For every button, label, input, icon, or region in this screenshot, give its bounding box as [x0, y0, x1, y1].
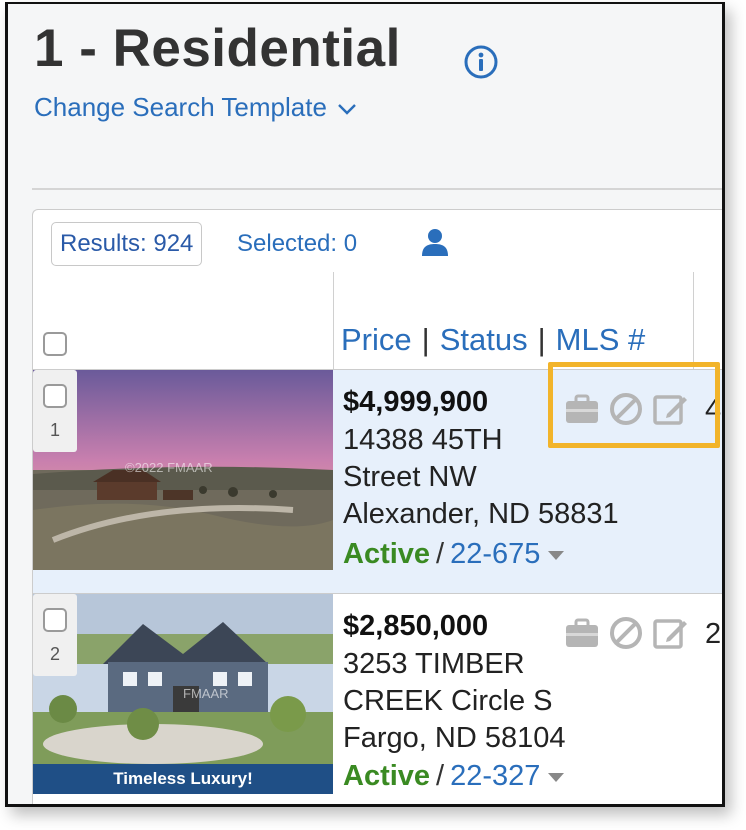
page-title: 1 - Residential	[34, 19, 401, 78]
selected-count-link[interactable]: Selected: 0	[237, 222, 357, 266]
sort-price-link[interactable]: Price	[341, 322, 412, 357]
briefcase-icon[interactable]	[563, 614, 601, 652]
listing-price: $4,999,900	[343, 386, 489, 418]
sort-status-link[interactable]: Status	[440, 322, 528, 357]
truncated-column-text: 4,	[705, 394, 722, 426]
sort-links: Price | Status | MLS #	[341, 322, 645, 358]
sort-separator: |	[537, 322, 546, 357]
change-search-template-link[interactable]: Change Search Template	[34, 92, 357, 123]
table-row[interactable]: 1 ©2022 FMAAR $4,999,900 14388 45TH Stre…	[33, 370, 722, 594]
edit-icon[interactable]	[651, 390, 689, 428]
listing-status: Active	[343, 760, 431, 792]
select-all-checkbox[interactable]	[43, 332, 67, 356]
results-count[interactable]: Results: 924	[51, 222, 203, 266]
results-toolbar: Results: 924 Selected: 0	[32, 209, 722, 273]
photo-watermark: FMAAR	[183, 686, 229, 701]
status-separator: /	[436, 760, 445, 792]
photo-banner-text: Timeless Luxury!	[113, 769, 253, 788]
sort-mls-link[interactable]: MLS #	[556, 322, 646, 357]
block-icon[interactable]	[607, 614, 645, 652]
table-header: Price | Status | MLS #	[33, 272, 722, 370]
listing-price: $2,850,000	[343, 610, 489, 642]
listing-address-line2: Street NW	[343, 461, 477, 493]
listing-address-line3: Alexander, ND 58831	[343, 498, 619, 530]
info-icon[interactable]	[463, 44, 499, 80]
briefcase-icon[interactable]	[563, 390, 601, 428]
listing-address-line1: 14388 45TH	[343, 424, 503, 456]
status-separator: /	[436, 538, 445, 570]
listing-address-line3: Fargo, ND 58104	[343, 722, 566, 754]
mls-number-link[interactable]: 22-675	[450, 538, 540, 570]
column-divider	[693, 272, 694, 369]
truncated-column-text: 2,	[705, 618, 722, 650]
listing-status-line: Active/22-327	[343, 760, 565, 793]
row-select-cell: 1	[33, 370, 77, 452]
person-icon[interactable]	[419, 226, 451, 258]
page-header: 1 - Residential Change Search Template	[8, 4, 722, 190]
header-divider	[32, 188, 722, 190]
row-number: 1	[49, 420, 60, 440]
listing-address-line1: 3253 TIMBER	[343, 648, 525, 680]
mls-dropdown-icon[interactable]	[548, 772, 565, 782]
photo-watermark: ©2022 FMAAR	[125, 460, 213, 475]
table-row[interactable]: Timeless Luxury! 2 FMAAR $2,850,000 3253…	[33, 594, 722, 804]
chevron-down-icon	[337, 92, 357, 123]
row-number: 2	[49, 644, 60, 664]
photo-banner: Timeless Luxury!	[33, 764, 333, 794]
change-search-template-label: Change Search Template	[34, 92, 327, 122]
app-window: 1 - Residential Change Search Template R…	[5, 2, 725, 807]
block-icon[interactable]	[607, 390, 645, 428]
listing-status: Active	[343, 538, 431, 570]
edit-icon[interactable]	[651, 614, 689, 652]
listings-table: Price | Status | MLS # 1 ©2022 FMAAR $4,…	[32, 272, 722, 804]
row-action-icons	[563, 390, 689, 428]
listing-address-line2: CREEK Circle S	[343, 685, 553, 717]
mls-number-link[interactable]: 22-327	[450, 760, 540, 792]
row-checkbox[interactable]	[43, 384, 67, 408]
row-action-icons	[563, 614, 689, 652]
sort-separator: |	[421, 322, 430, 357]
row-select-cell: 2	[33, 594, 77, 676]
mls-dropdown-icon[interactable]	[548, 550, 565, 560]
listing-status-line: Active/22-675	[343, 538, 565, 571]
column-divider	[333, 272, 334, 369]
row-checkbox[interactable]	[43, 608, 67, 632]
